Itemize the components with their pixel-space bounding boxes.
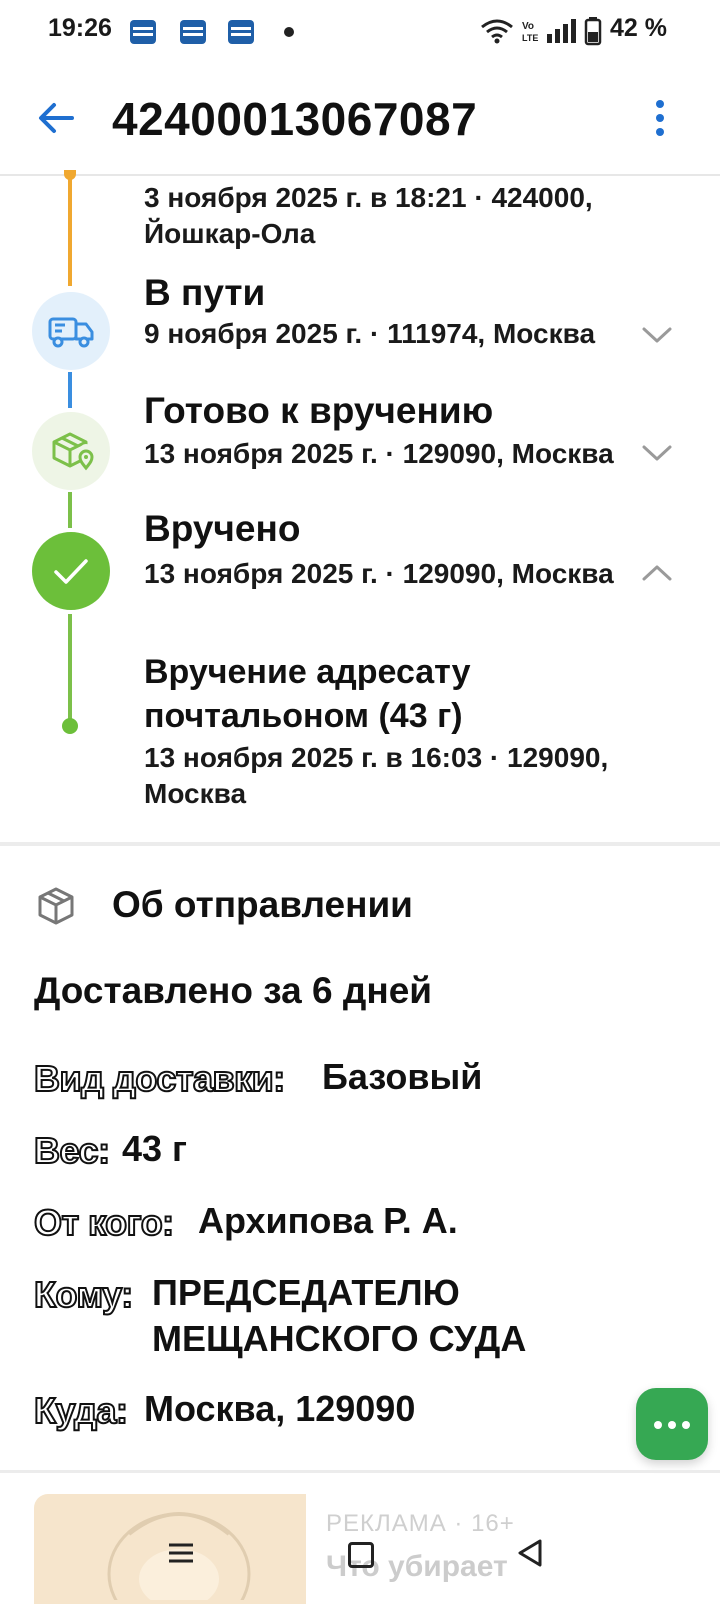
chevron-down-icon[interactable] xyxy=(640,436,674,470)
more-vert-icon[interactable] xyxy=(650,98,670,138)
event-meta: 3 ноября 2025 г. в 18:21 · 424000, Йошка… xyxy=(144,182,593,249)
event-meta: 13 ноября 2025 г. · 129090, Москва xyxy=(144,558,614,589)
destination-label: Куда: xyxy=(33,1389,129,1432)
more-horiz-icon xyxy=(654,1421,662,1429)
timeline-connector xyxy=(68,176,72,286)
about-title: Об отправлении xyxy=(112,884,413,925)
tracking-number-title: 42400013067087 xyxy=(112,93,478,145)
recipient-value: ПРЕДСЕДАТЕЛЮ МЕЩАНСКОГО СУДА xyxy=(152,1272,527,1359)
svg-text:LTE: LTE xyxy=(522,33,538,43)
svg-text:Vo: Vo xyxy=(522,21,534,32)
battery-icon xyxy=(584,17,602,46)
news-app-icon xyxy=(130,20,156,44)
news-app-icon xyxy=(180,20,206,44)
section-divider xyxy=(0,842,720,846)
header-divider xyxy=(0,174,720,176)
event-title: В пути xyxy=(144,272,266,313)
section-divider xyxy=(0,1470,720,1473)
timeline-dot xyxy=(62,718,78,734)
check-icon xyxy=(54,559,88,584)
signal-icon xyxy=(547,19,576,43)
recipient-label: Кому: xyxy=(33,1273,134,1316)
event-meta: 13 ноября 2025 г. · 129090, Москва xyxy=(144,438,614,469)
more-horiz-icon xyxy=(668,1421,676,1429)
timeline-step-in-transit xyxy=(32,292,110,370)
delivery-type-label: Вид доставки: xyxy=(33,1057,286,1100)
recents-icon[interactable] xyxy=(168,1542,194,1564)
back-nav-icon[interactable] xyxy=(516,1538,544,1568)
home-icon[interactable] xyxy=(348,1542,374,1568)
chat-button[interactable] xyxy=(636,1388,708,1460)
ad-label: РЕКЛАМА · 16+ xyxy=(326,1510,515,1537)
volte-icon: Vo LTE xyxy=(522,21,538,43)
weight-label: Вес: xyxy=(33,1129,111,1172)
event-title: Вручено xyxy=(144,508,301,549)
event-meta: 9 ноября 2025 г. · 111974, Москва xyxy=(144,318,596,349)
chevron-down-icon[interactable] xyxy=(640,318,674,352)
status-time: 19:26 xyxy=(48,14,112,42)
timeline-connector xyxy=(68,614,72,726)
detail-title: Вручение адресату почтальоном (43 г) xyxy=(144,653,471,735)
weight-value: 43 г xyxy=(122,1128,188,1169)
battery-percent: 42 % xyxy=(610,14,667,42)
event-title: Готово к вручению xyxy=(144,390,494,431)
timeline-step-delivered xyxy=(32,532,110,610)
package-icon xyxy=(38,887,74,925)
package-location-icon xyxy=(52,432,94,471)
sender-value: Архипова Р. А. xyxy=(198,1200,458,1241)
news-app-icon xyxy=(228,20,254,44)
timeline-dot xyxy=(64,170,76,180)
wifi-icon xyxy=(481,19,513,44)
notification-dot-icon xyxy=(284,27,294,37)
timeline-step-ready xyxy=(32,412,110,490)
more-horiz-icon xyxy=(682,1421,690,1429)
detail-meta: 13 ноября 2025 г. в 16:03 · 129090, Моск… xyxy=(144,742,609,809)
timeline-connector xyxy=(68,492,72,528)
truck-icon xyxy=(48,317,94,348)
chevron-up-icon[interactable] xyxy=(640,556,674,590)
timeline-connector xyxy=(68,372,72,408)
delivery-type-value: Базовый xyxy=(322,1056,483,1097)
destination-value: Москва, 129090 xyxy=(144,1388,416,1429)
arrow-left-icon[interactable] xyxy=(36,100,76,136)
delivery-duration: Доставлено за 6 дней xyxy=(34,970,433,1011)
sender-label: От кого: xyxy=(33,1201,175,1244)
